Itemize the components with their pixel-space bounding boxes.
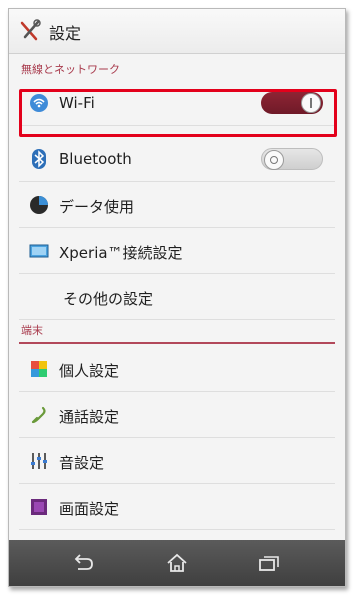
page-title: 設定: [49, 24, 82, 43]
settings-item-call[interactable]: 通話設定: [19, 393, 335, 438]
settings-item-sound[interactable]: 音設定: [19, 439, 335, 484]
toggle-knob: [264, 150, 284, 170]
settings-item-label: Xperia™接続設定: [59, 244, 183, 262]
settings-item-label: 画面設定: [59, 500, 120, 518]
xperia-connect-icon: [29, 244, 49, 258]
action-bar: 設定: [9, 9, 345, 54]
section-divider: [19, 342, 335, 344]
personalize-icon: [31, 361, 47, 377]
phone-screen: 設定 無線とネットワーク Wi-Fi Bluetooth データ使用 Xperi…: [8, 8, 346, 587]
home-icon[interactable]: [165, 552, 189, 574]
display-settings-icon: [31, 499, 47, 515]
settings-item-personalize[interactable]: 個人設定: [19, 347, 335, 392]
settings-item-xperia-connect[interactable]: Xperia™接続設定: [19, 229, 335, 274]
section-header-device: 端末: [21, 324, 43, 337]
section-header-wireless: 無線とネットワーク: [21, 63, 120, 76]
sound-settings-icon: [31, 453, 47, 469]
recent-apps-icon[interactable]: [257, 552, 281, 574]
bluetooth-toggle[interactable]: [261, 148, 323, 170]
wifi-highlight-frame: [19, 89, 337, 137]
settings-item-bluetooth[interactable]: Bluetooth: [19, 137, 335, 182]
settings-item-label: その他の設定: [63, 290, 154, 308]
data-usage-icon: [30, 196, 48, 214]
settings-item-label: Bluetooth: [59, 150, 132, 168]
settings-item-label: 音設定: [59, 454, 105, 472]
settings-item-display[interactable]: 画面設定: [19, 485, 335, 530]
navigation-bar: [9, 540, 345, 586]
settings-tools-icon[interactable]: [18, 19, 42, 43]
settings-item-label: 個人設定: [59, 362, 120, 380]
settings-item-data-usage[interactable]: データ使用: [19, 183, 335, 228]
settings-item-label: 通話設定: [59, 408, 120, 426]
back-icon[interactable]: [71, 552, 95, 574]
bluetooth-icon: [32, 149, 46, 169]
settings-item-label: データ使用: [59, 198, 135, 216]
settings-item-other[interactable]: その他の設定: [19, 275, 335, 320]
call-settings-icon: [31, 406, 46, 424]
